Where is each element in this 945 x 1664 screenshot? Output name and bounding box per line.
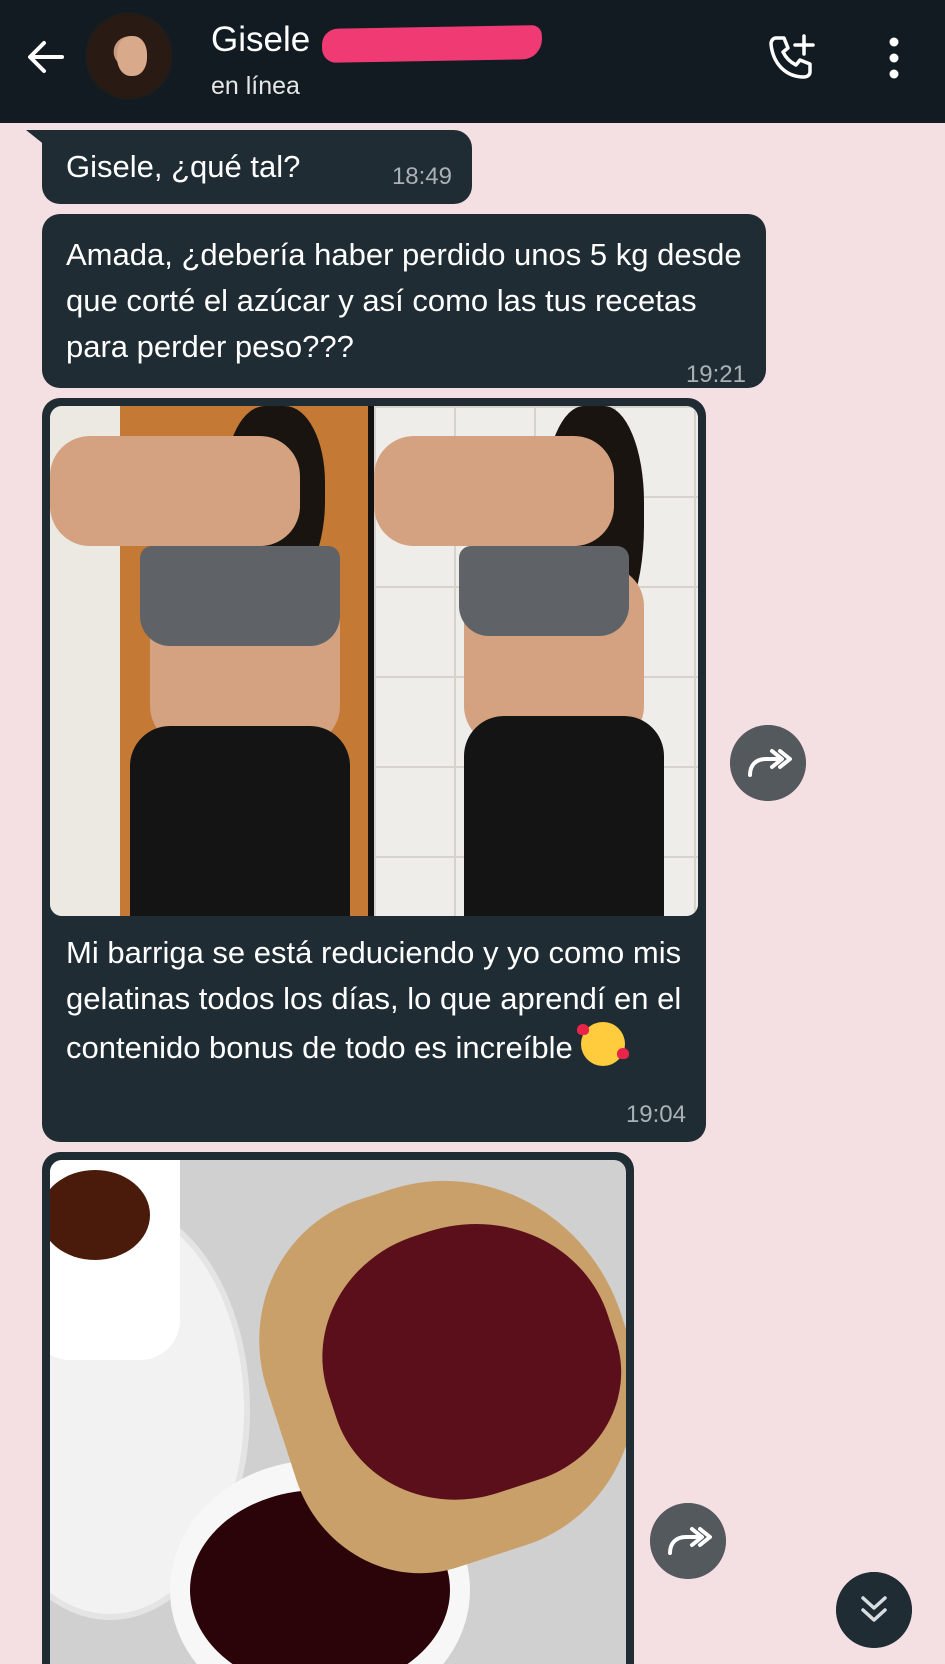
message-bubble[interactable]: Amada, ¿debería haber perdido unos 5 kg … (42, 214, 766, 388)
body-comparison-photo[interactable] (50, 406, 698, 916)
message-bubble[interactable]: Mi barriga se está reduciendo y yo como … (42, 398, 706, 1142)
forward-icon[interactable] (650, 1503, 726, 1579)
avatar[interactable] (85, 12, 173, 100)
add-call-icon[interactable] (764, 30, 820, 86)
message-text: Mi barriga se está reduciendo y yo como … (66, 935, 682, 1066)
message-bubble[interactable]: Gisele, ¿qué tal? 18:49 (42, 130, 472, 204)
message-text: Amada, ¿debería haber perdido unos 5 kg … (66, 237, 742, 364)
message-time: 19:04 (625, 1101, 686, 1128)
contact-status: en línea (211, 72, 300, 100)
contact-name[interactable]: Gisele (211, 20, 310, 60)
smiling-face-with-hearts-icon (577, 1022, 630, 1066)
message-bubble[interactable] (42, 1152, 634, 1664)
scroll-to-bottom-icon[interactable] (836, 1572, 912, 1648)
message-time: 18:49 (391, 163, 452, 190)
more-vertical-icon[interactable] (876, 34, 912, 82)
back-arrow-icon[interactable] (22, 33, 70, 81)
forward-icon[interactable] (730, 725, 806, 801)
chat-header: Gisele en línea (0, 0, 945, 123)
name-redaction (321, 25, 543, 63)
toast-with-jam-photo[interactable] (50, 1160, 626, 1664)
message-time: 19:21 (685, 361, 746, 388)
message-text: Gisele, ¿qué tal? (66, 149, 301, 184)
